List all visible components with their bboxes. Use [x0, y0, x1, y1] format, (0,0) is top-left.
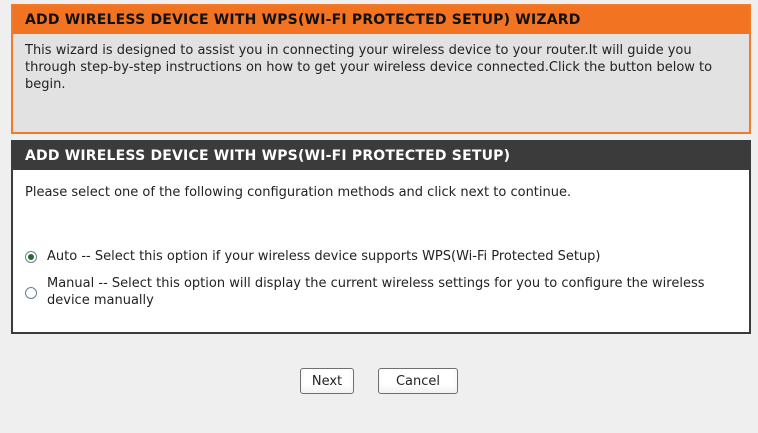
- setup-instructions: Please select one of the following confi…: [25, 185, 572, 200]
- radio-auto[interactable]: [25, 251, 37, 263]
- option-auto-label: Auto -- Select this option if your wirel…: [47, 249, 601, 264]
- cancel-button[interactable]: Cancel: [378, 368, 458, 394]
- wizard-description: This wizard is designed to assist you in…: [25, 43, 713, 92]
- option-auto[interactable]: Auto -- Select this option if your wirel…: [25, 248, 739, 265]
- radio-manual[interactable]: [25, 287, 37, 299]
- wizard-panel: ADD WIRELESS DEVICE WITH WPS(WI-FI PROTE…: [11, 4, 751, 134]
- setup-title: ADD WIRELESS DEVICE WITH WPS(WI-FI PROTE…: [13, 142, 749, 170]
- option-manual-label: Manual -- Select this option will displa…: [47, 276, 705, 308]
- wizard-title: ADD WIRELESS DEVICE WITH WPS(WI-FI PROTE…: [13, 6, 749, 34]
- next-button[interactable]: Next: [300, 368, 354, 394]
- setup-panel: ADD WIRELESS DEVICE WITH WPS(WI-FI PROTE…: [11, 140, 751, 334]
- option-manual[interactable]: Manual -- Select this option will displa…: [25, 275, 739, 309]
